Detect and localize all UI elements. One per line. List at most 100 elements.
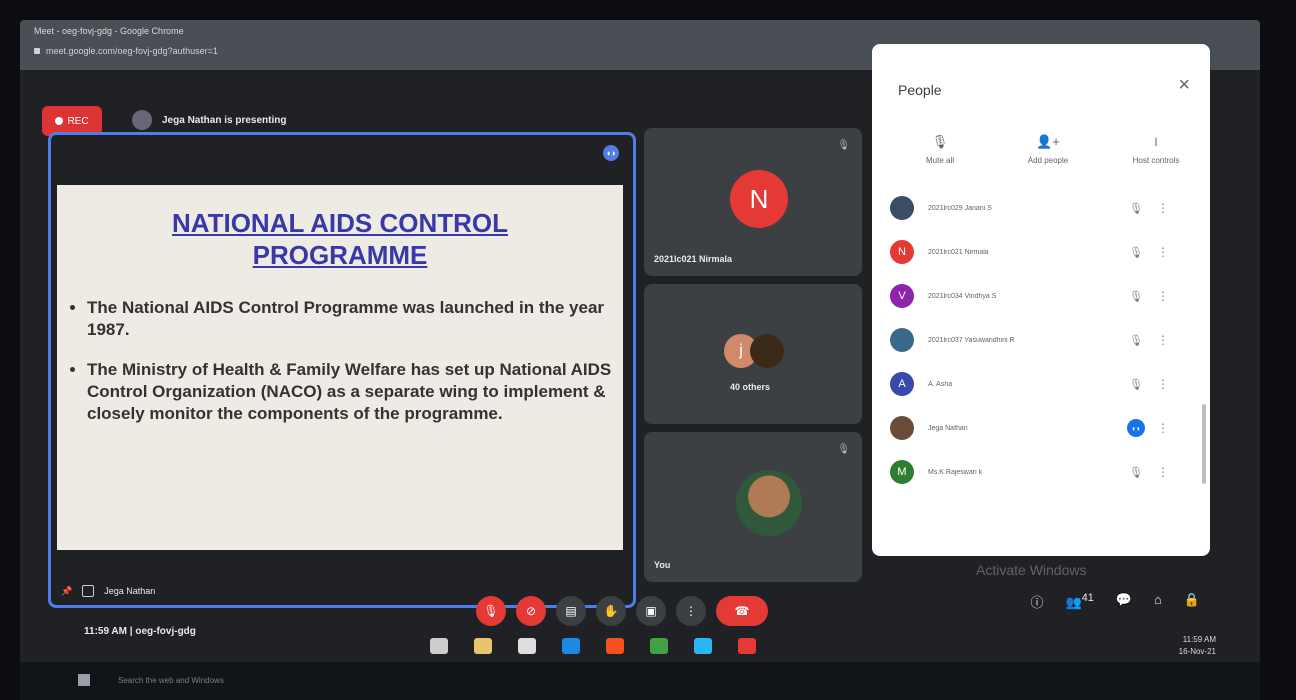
meeting-code: oeg-fovj-gdg: [135, 626, 196, 637]
others-tile[interactable]: j 40 others: [644, 284, 862, 424]
mic-off-icon[interactable]: 🎙: [1118, 334, 1154, 347]
firefox-icon[interactable]: [606, 638, 624, 654]
participant-name: A. Asha: [928, 380, 953, 388]
presentation-tile[interactable]: ◖◗ NATIONAL AIDS CONTROL PROGRAMME The N…: [48, 132, 636, 608]
app-icon[interactable]: [694, 638, 712, 654]
end-call-button[interactable]: ☎: [716, 596, 768, 626]
self-name: You: [654, 560, 671, 570]
slide-title: NATIONAL AIDS CONTROL PROGRAMME: [57, 207, 623, 271]
presenting-text: Jega Nathan is presenting: [162, 114, 287, 126]
more-options-button[interactable]: ⋮: [676, 596, 706, 626]
address-bar[interactable]: meet.google.com/oeg-fovj-gdg?authuser=1: [34, 46, 218, 56]
present-icon: [82, 585, 95, 597]
self-tile[interactable]: 🎙 You: [644, 432, 862, 582]
app-icon[interactable]: [738, 638, 756, 654]
windows-start-icon[interactable]: [78, 674, 90, 686]
meeting-info: 11:59 AM | oeg-fovj-gdg: [84, 626, 196, 637]
presenting-banner: Jega Nathan is presenting: [132, 110, 286, 130]
avatar: N: [890, 240, 914, 264]
raise-hand-button[interactable]: ✋: [596, 596, 626, 626]
others-count: 40 others: [730, 382, 771, 392]
captions-button[interactable]: ▤: [556, 596, 586, 626]
side-controls: ⓘ 👥41 💬 ⌂ 🔒: [1031, 592, 1200, 611]
pin-icon[interactable]: 📌: [61, 586, 72, 597]
participant-row[interactable]: A A. Asha 🎙 ⋮: [890, 362, 1206, 406]
others-avatars: j: [724, 334, 784, 368]
avatar: V: [890, 284, 914, 308]
rec-label: REC: [67, 115, 89, 127]
avatar: M: [890, 460, 914, 484]
store-icon[interactable]: [518, 638, 536, 654]
slide-bullet: The Ministry of Health & Family Welfare …: [87, 359, 613, 425]
participant-name: 2021lrc029 Janani S: [928, 204, 992, 212]
mic-off-icon[interactable]: 🎙: [1118, 290, 1154, 303]
slide-title-line2: PROGRAMME: [252, 240, 428, 270]
avatar: [890, 416, 914, 440]
meet-window: REC Jega Nathan is presenting ◖◗ NATIONA…: [20, 44, 1260, 690]
present-icon: ▣: [645, 604, 657, 618]
participant-row[interactable]: V 2021lrc034 Vindhya S 🎙 ⋮: [890, 274, 1206, 318]
self-avatar: [736, 470, 802, 536]
more-options-icon[interactable]: ⋮: [1154, 245, 1172, 259]
task-view-icon[interactable]: [430, 638, 448, 654]
action-label: Mute all: [925, 156, 954, 165]
participant-row[interactable]: 2021lrc037 Yasuwandhini R 🎙 ⋮: [890, 318, 1206, 362]
lock-icon[interactable]: 🔒: [1184, 592, 1200, 611]
system-tray: 11:59 AM 16-Nov-21: [1179, 634, 1216, 658]
avatar: A: [890, 372, 914, 396]
participant-row[interactable]: N 2021lrc021 Nirmala 🎙 ⋮: [890, 230, 1206, 274]
more-options-icon[interactable]: ⋮: [1154, 289, 1172, 303]
more-options-icon[interactable]: ⋮: [1154, 465, 1172, 479]
people-panel: People × 🎙 Mute all 👤+ Add people ⏽ Host…: [872, 44, 1210, 556]
participant-row[interactable]: M Ms.K.Rajeswari k 🎙 ⋮: [890, 450, 1206, 494]
participant-list: 2021lrc029 Janani S 🎙 ⋮ N 2021lrc021 Nirmala…: [890, 186, 1206, 494]
participant-row[interactable]: 2021lrc029 Janani S 🎙 ⋮: [890, 186, 1206, 230]
action-label: Add people: [1027, 156, 1069, 165]
speaking-icon[interactable]: ◖◗: [1118, 419, 1154, 437]
activities-icon[interactable]: ⌂: [1154, 592, 1162, 611]
lock-icon: [34, 48, 40, 54]
edge-icon[interactable]: [562, 638, 580, 654]
add-person-icon: 👤+: [1036, 134, 1060, 149]
more-options-icon[interactable]: ⋮: [1154, 421, 1172, 435]
participant-tile[interactable]: 🎙 N 2021lc021 Nirmala: [644, 128, 862, 276]
slide-title-line1: NATIONAL AIDS CONTROL: [171, 208, 509, 238]
mic-off-icon[interactable]: 🎙: [1118, 378, 1154, 391]
avatar: [890, 328, 914, 352]
mic-off-icon: 🎙: [837, 444, 850, 455]
mic-off-icon[interactable]: 🎙: [1118, 202, 1154, 215]
people-icon[interactable]: 👥41: [1066, 592, 1094, 611]
mic-off-icon[interactable]: 🎙: [1118, 246, 1154, 259]
host-controls-button[interactable]: ⏽ Host controls: [1106, 134, 1206, 165]
chat-icon[interactable]: 💬: [1116, 592, 1132, 611]
more-options-icon[interactable]: ⋮: [1154, 333, 1172, 347]
action-label: Host controls: [1132, 156, 1180, 165]
taskbar-search[interactable]: Search the web and Windows: [118, 676, 224, 685]
mute-all-button[interactable]: 🎙 Mute all: [890, 134, 990, 165]
more-options-icon: ⋮: [685, 604, 697, 618]
record-dot-icon: [55, 117, 64, 125]
speaking-indicator-icon: ◖◗: [603, 145, 619, 161]
tray-clock[interactable]: 11:59 AM: [1179, 634, 1216, 646]
tray-date: 16-Nov-21: [1178, 647, 1216, 656]
avatar: N: [730, 170, 788, 228]
close-icon[interactable]: ×: [1178, 74, 1190, 97]
add-people-button[interactable]: 👤+ Add people: [998, 134, 1098, 165]
present-button[interactable]: ▣: [636, 596, 666, 626]
mic-off-icon[interactable]: 🎙: [1118, 466, 1154, 479]
people-count: 41: [1081, 592, 1094, 604]
panel-title: People: [898, 82, 942, 98]
file-explorer-icon[interactable]: [474, 638, 492, 654]
raise-hand-icon: ✋: [603, 604, 619, 618]
mic-toggle-button[interactable]: 🎙: [476, 596, 506, 626]
info-icon[interactable]: ⓘ: [1031, 592, 1044, 611]
more-options-icon[interactable]: ⋮: [1154, 201, 1172, 215]
taskbar: Search the web and Windows 11:59 AM 16-N…: [20, 635, 1260, 700]
chrome-icon[interactable]: [650, 638, 668, 654]
participant-name: 2021lrc037 Yasuwandhini R: [928, 336, 1015, 344]
camera-toggle-button[interactable]: ⊘: [516, 596, 546, 626]
scrollbar[interactable]: [1202, 404, 1206, 484]
participant-row[interactable]: Jega Nathan ◖◗ ⋮: [890, 406, 1206, 450]
participant-name: 2021lrc021 Nirmala: [928, 248, 989, 256]
more-options-icon[interactable]: ⋮: [1154, 377, 1172, 391]
